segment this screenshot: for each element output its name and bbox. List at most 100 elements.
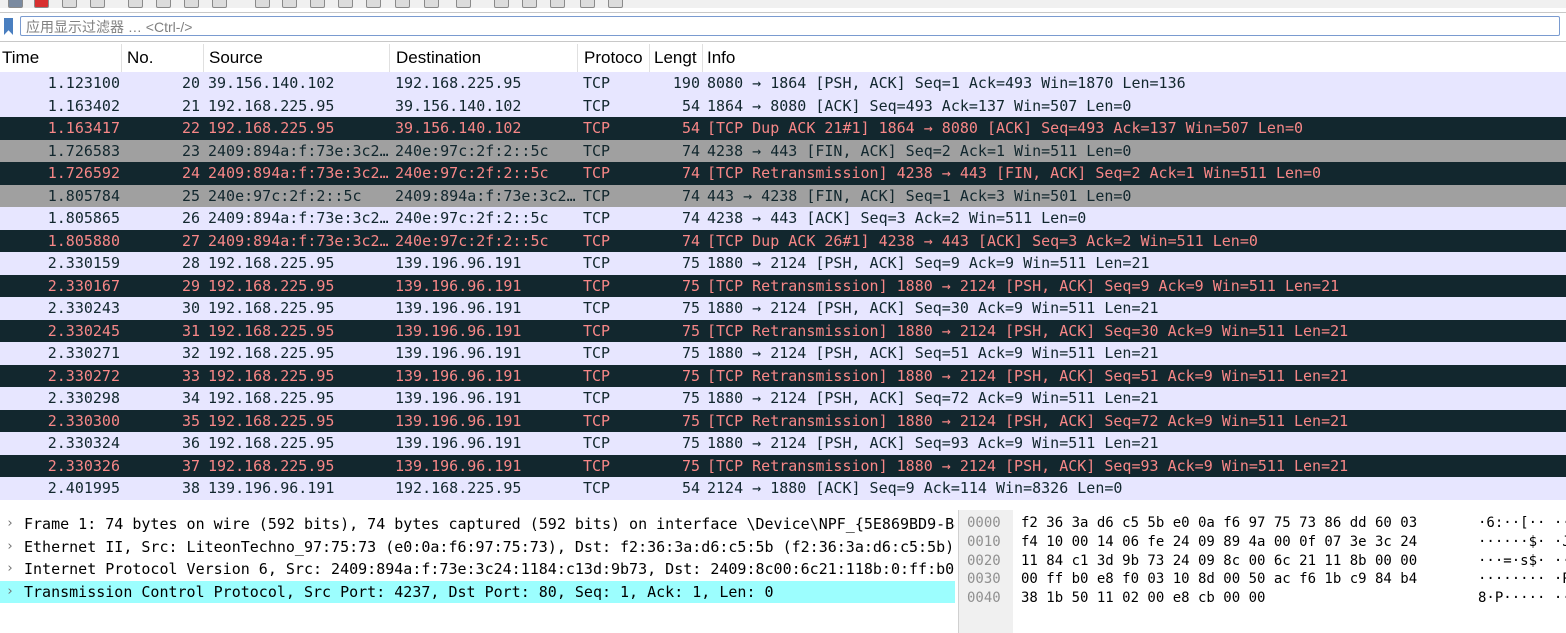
packet-row[interactable]: 2.330272 33 192.168.225.95 139.196.96.191 TC… <box>0 364 1566 387</box>
toolbar-button-icon[interactable] <box>90 0 105 8</box>
packet-row[interactable]: 1.805865 26 2409:894a:f:73e:3c2… 240e:97c:2… <box>0 207 1566 230</box>
packet-time: 2.330300 <box>47 411 120 430</box>
packet-info: 4238 → 443 [ACK] Seq=3 Ack=2 Win=511 Len… <box>707 209 1087 227</box>
detail-tree-item[interactable]: › Internet Protocol Version 6, Src: 2409:… <box>0 558 955 580</box>
toolbar-button-icon[interactable] <box>424 0 439 8</box>
packet-row[interactable]: 2.330167 29 192.168.225.95 139.196.96.191 TC… <box>0 274 1566 297</box>
packet-protocol: TCP <box>583 209 611 227</box>
toolbar-button-icon[interactable] <box>310 0 325 8</box>
packet-row[interactable]: 1.163417 22 192.168.225.95 39.156.140.102 TC… <box>0 117 1566 140</box>
chevron-right-icon[interactable]: › <box>6 558 18 580</box>
detail-tree-item[interactable]: › Transmission Control Protocol, Src Port… <box>0 580 955 603</box>
packet-length: 54 <box>681 119 700 137</box>
packet-time: 2.330271 <box>47 344 120 362</box>
toolbar-button-icon[interactable] <box>156 0 171 8</box>
packet-source: 192.168.225.95 <box>208 456 335 475</box>
packet-row[interactable]: 2.401995 38 139.196.96.191 192.168.225.95 TC… <box>0 477 1566 500</box>
chevron-right-icon[interactable]: › <box>6 513 18 535</box>
hex-ascii[interactable]: ·6:··[·· ··us··`· <box>1478 514 1566 533</box>
toolbar-button-icon[interactable] <box>34 0 49 8</box>
packet-number: 25 <box>181 186 200 205</box>
packet-row[interactable]: 2.330300 35 192.168.225.95 139.196.96.191 TC… <box>0 409 1566 432</box>
packet-source: 192.168.225.95 <box>208 434 335 452</box>
packet-row[interactable]: 2.330298 34 192.168.225.95 139.196.96.191 TC… <box>0 387 1566 410</box>
hex-bytes[interactable]: 11 84 c1 3d 9b 73 24 09 8c 00 6c 21 11 8… <box>1021 552 1417 571</box>
column-header-no[interactable]: No. <box>122 44 204 72</box>
packet-info: 1880 → 2124 [PSH, ACK] Seq=93 Ack=9 Win=… <box>707 434 1159 452</box>
detail-tree-item[interactable]: › Frame 1: 74 bytes on wire (592 bits), 7… <box>0 513 955 535</box>
column-header-time[interactable]: Time <box>0 44 122 72</box>
toolbar-button-icon[interactable] <box>338 0 353 8</box>
toolbar-button-icon[interactable] <box>580 0 595 8</box>
packet-time: 2.330243 <box>47 299 120 317</box>
packet-info: [TCP Retransmission] 1880 → 2124 [PSH, A… <box>707 366 1349 385</box>
packet-destination: 240e:97c:2f:2::5c <box>395 164 549 182</box>
column-header-protocol[interactable]: Protoco <box>578 44 650 72</box>
toolbar-button-icon[interactable] <box>366 0 381 8</box>
toolbar-button-icon[interactable] <box>282 0 297 8</box>
display-filter-input[interactable]: 应用显示过滤器 … <Ctrl-/> <box>20 16 1560 36</box>
toolbar-button-icon[interactable] <box>608 0 623 8</box>
packet-row[interactable]: 1.805880 27 2409:894a:f:73e:3c2… 240e:97c:2… <box>0 229 1566 252</box>
packet-protocol: TCP <box>583 119 611 137</box>
packet-row[interactable]: 2.330243 30 192.168.225.95 139.196.96.191 TC… <box>0 297 1566 320</box>
packet-row[interactable]: 1.123100 20 39.156.140.102 192.168.225.95 TC… <box>0 72 1566 95</box>
packet-length: 75 <box>681 276 700 295</box>
bookmark-icon[interactable] <box>4 18 13 35</box>
packet-row[interactable]: 2.330245 31 192.168.225.95 139.196.96.191 TC… <box>0 319 1566 342</box>
packet-destination: 240e:97c:2f:2::5c <box>395 231 549 250</box>
toolbar-button-icon[interactable] <box>395 0 410 8</box>
detail-tree-item[interactable]: › Ethernet II, Src: LiteonTechno_97:75:73… <box>0 536 955 558</box>
packet-row[interactable]: 2.330159 28 192.168.225.95 139.196.96.191 TC… <box>0 252 1566 275</box>
toolbar-button-icon[interactable] <box>456 0 471 8</box>
packet-row[interactable]: 1.163402 21 192.168.225.95 39.156.140.102 TC… <box>0 94 1566 117</box>
packet-info: 1880 → 2124 [PSH, ACK] Seq=51 Ack=9 Win=… <box>707 344 1159 362</box>
packet-protocol: TCP <box>583 96 611 115</box>
detail-tree-label: Frame 1: 74 bytes on wire (592 bits), 74… <box>24 515 955 533</box>
packet-row[interactable]: 2.330271 32 192.168.225.95 139.196.96.191 TC… <box>0 342 1566 365</box>
packet-destination: 139.196.96.191 <box>395 389 522 407</box>
hex-ascii[interactable]: ········ ·P······ <box>1478 570 1566 589</box>
packet-row[interactable]: 1.726583 23 2409:894a:f:73e:3c2… 240e:97c:2… <box>0 139 1566 162</box>
hex-offset: 0030 <box>967 571 1001 588</box>
hex-bytes[interactable]: f2 36 3a d6 c5 5b e0 0a f6 97 75 73 86 d… <box>1021 514 1417 533</box>
toolbar-button-icon[interactable] <box>550 0 565 8</box>
hex-ascii[interactable]: ···=·s$· ··l!···· <box>1478 552 1566 571</box>
packet-time: 2.330167 <box>47 276 120 295</box>
packet-time: 1.805784 <box>47 186 120 205</box>
packet-protocol: TCP <box>583 456 611 475</box>
packet-protocol: TCP <box>583 164 611 182</box>
hex-ascii[interactable]: ······$· ·J···><$ <box>1478 533 1566 552</box>
column-header-destination[interactable]: Destination <box>390 44 578 72</box>
packet-row[interactable]: 1.726592 24 2409:894a:f:73e:3c2… 240e:97c:2… <box>0 162 1566 185</box>
packet-destination: 139.196.96.191 <box>395 366 522 385</box>
packet-length: 75 <box>681 434 700 452</box>
toolbar-button-icon[interactable] <box>8 0 23 8</box>
packet-row[interactable]: 2.330326 37 192.168.225.95 139.196.96.191 TC… <box>0 454 1566 477</box>
toolbar-button-icon[interactable] <box>62 0 77 8</box>
packet-source: 192.168.225.95 <box>208 344 335 362</box>
toolbar-button-icon[interactable] <box>184 0 199 8</box>
hex-bytes[interactable]: 00 ff b0 e8 f0 03 10 8d 00 50 ac f6 1b c… <box>1021 570 1417 589</box>
toolbar-button-icon[interactable] <box>522 0 537 8</box>
packet-row[interactable]: 2.330324 36 192.168.225.95 139.196.96.191 TC… <box>0 432 1566 455</box>
packet-time: 2.401995 <box>47 479 120 497</box>
packet-time: 1.726583 <box>47 141 120 160</box>
packet-row[interactable]: 1.805784 25 240e:97c:2f:2::5c 2409:894a:f:7… <box>0 184 1566 207</box>
toolbar-button-icon[interactable] <box>255 0 270 8</box>
chevron-right-icon[interactable]: › <box>6 536 18 558</box>
toolbar-button-icon[interactable] <box>212 0 227 8</box>
column-header-source[interactable]: Source <box>204 44 390 72</box>
column-header-length[interactable]: Lengt <box>650 44 703 72</box>
hex-bytes[interactable]: 38 1b 50 11 02 00 e8 cb 00 00 <box>1021 589 1265 608</box>
chevron-right-icon[interactable]: › <box>6 581 18 603</box>
toolbar-button-icon[interactable] <box>494 0 509 8</box>
toolbar-button-icon[interactable] <box>128 0 143 8</box>
packet-protocol: TCP <box>583 141 611 160</box>
hex-bytes[interactable]: f4 10 00 14 06 fe 24 09 89 4a 00 0f 07 3… <box>1021 533 1417 552</box>
packet-number: 27 <box>181 231 200 250</box>
packet-info: [TCP Retransmission] 1880 → 2124 [PSH, A… <box>707 456 1349 475</box>
column-header-info[interactable]: Info <box>703 44 1566 72</box>
hex-ascii[interactable]: 8·P····· ·· <box>1478 589 1566 608</box>
packet-length: 54 <box>681 479 700 497</box>
